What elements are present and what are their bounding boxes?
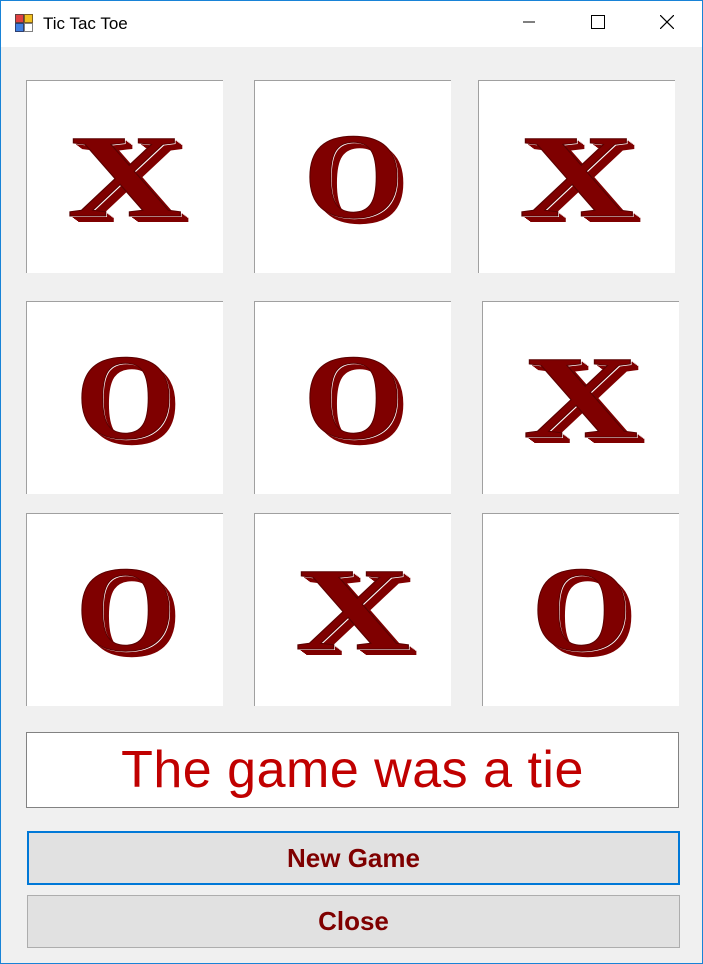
window-title: Tic Tac Toe <box>43 14 128 33</box>
maximize-icon <box>591 14 605 34</box>
board-cell-2[interactable]: O <box>254 80 451 273</box>
status-message: The game was a tie <box>121 741 584 799</box>
board-cell-6[interactable]: X <box>482 301 679 494</box>
cell-mark: X <box>519 111 635 242</box>
game-window: Tic Tac Toe X O X O O X O X O The game w… <box>0 0 703 964</box>
maximize-button[interactable] <box>563 1 633 47</box>
status-display: The game was a tie <box>26 732 679 808</box>
cell-mark: X <box>523 332 639 463</box>
cell-mark: O <box>531 542 632 677</box>
close-icon <box>659 14 675 34</box>
close-window-button[interactable] <box>632 1 702 47</box>
board-cell-8[interactable]: X <box>254 513 451 706</box>
minimize-button[interactable] <box>494 1 564 47</box>
new-game-button[interactable]: New Game <box>27 831 680 885</box>
board-cell-3[interactable]: X <box>478 80 675 273</box>
board-cell-5[interactable]: O <box>254 301 451 494</box>
minimize-icon <box>523 15 535 33</box>
cell-mark: O <box>303 109 404 244</box>
cell-mark: O <box>75 330 176 465</box>
close-button[interactable]: Close <box>27 895 680 948</box>
cell-mark: X <box>295 544 411 675</box>
cell-mark: O <box>75 542 176 677</box>
cell-mark: O <box>303 330 404 465</box>
cell-mark: X <box>67 111 183 242</box>
board-cell-7[interactable]: O <box>26 513 223 706</box>
title-bar[interactable]: Tic Tac Toe <box>1 1 702 47</box>
board-cell-4[interactable]: O <box>26 301 223 494</box>
app-icon <box>15 14 33 32</box>
board-cell-9[interactable]: O <box>482 513 679 706</box>
board-cell-1[interactable]: X <box>26 80 223 273</box>
